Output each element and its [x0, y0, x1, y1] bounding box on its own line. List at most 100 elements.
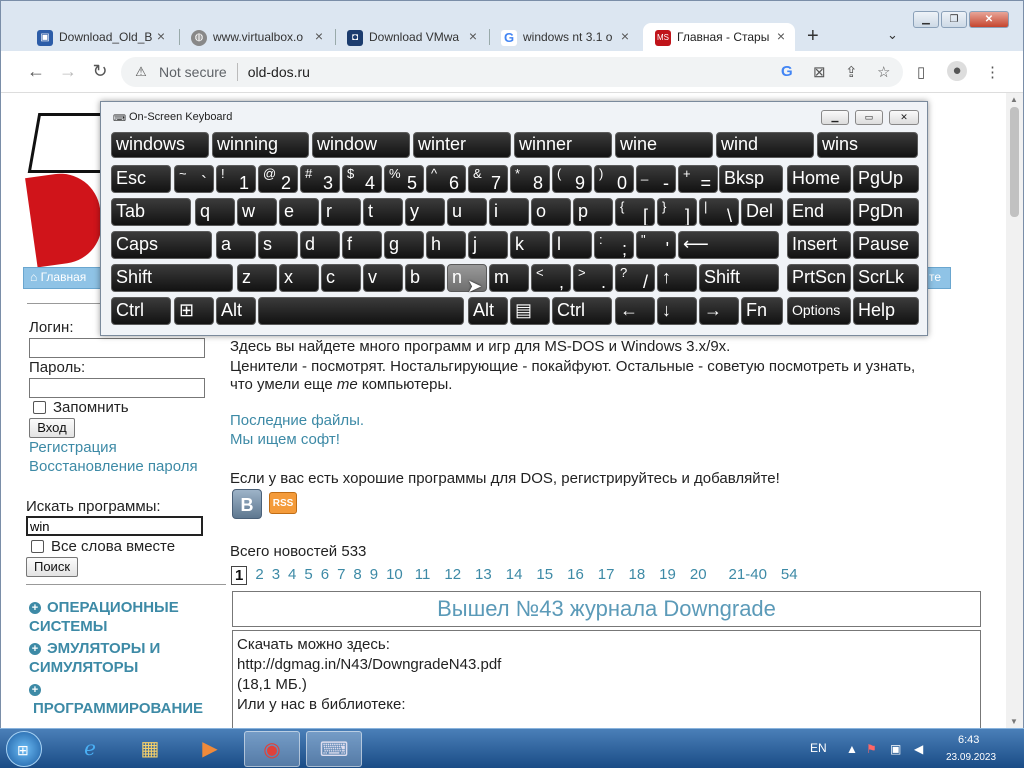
password-field[interactable] [29, 378, 205, 398]
restore-password-link[interactable]: Восстановление пароля [29, 458, 198, 475]
volume-icon[interactable]: ◀ [914, 742, 923, 756]
key-symbol-symbol[interactable]: }] [657, 198, 697, 226]
all-words-checkbox[interactable] [31, 540, 44, 553]
page-link[interactable]: 18 [628, 566, 645, 585]
key-symbol-symbol[interactable]: _ - [636, 165, 676, 193]
show-hidden-icons[interactable]: ▲ [846, 742, 858, 756]
key-a[interactable]: a [216, 231, 256, 259]
key-symbol[interactable]: ↓ [657, 297, 697, 325]
key-symbol-0[interactable]: ) 0 [594, 165, 634, 193]
close-tab-icon[interactable]: × [621, 28, 629, 44]
tab-download-old-b[interactable]: ▣ Download_Old_B × [25, 23, 175, 51]
forward-arrow-icon[interactable]: → [57, 61, 79, 82]
key-t[interactable]: t [363, 198, 403, 226]
suggestion-winning[interactable]: winning [212, 132, 309, 158]
page-link[interactable]: 20 [690, 566, 707, 585]
key-symbol-symbol[interactable]: | \ [699, 198, 739, 226]
key-q[interactable]: q [195, 198, 235, 226]
minimize-button[interactable]: ▁ [913, 11, 939, 28]
key-symbol-symbol[interactable]: + = [678, 165, 718, 193]
key-pause[interactable]: Pause [853, 231, 919, 259]
page-link[interactable]: 8 [353, 566, 361, 585]
osk-minimize-button[interactable]: ▁ [821, 110, 849, 125]
page-link[interactable]: 17 [598, 566, 615, 585]
page-link[interactable]: 15 [536, 566, 553, 585]
tab-virtualbox[interactable]: ◍ www.virtualbox.o × [179, 23, 333, 51]
page-link[interactable]: 9 [370, 566, 378, 585]
google-lens-icon[interactable]: G [781, 63, 793, 80]
key-alt[interactable]: Alt [468, 297, 508, 325]
key-home[interactable]: Home [787, 165, 851, 193]
login-field[interactable] [29, 338, 205, 358]
key-tab[interactable]: Tab [111, 198, 191, 226]
key-prtscn[interactable]: PrtScn [787, 264, 851, 292]
key-symbol-8[interactable]: * 8 [510, 165, 550, 193]
network-icon[interactable]: ▣ [890, 742, 901, 756]
key-ctrl[interactable]: Ctrl [552, 297, 612, 325]
side-panel-icon[interactable]: ▯ [917, 63, 925, 81]
key-y[interactable]: y [405, 198, 445, 226]
suggestion-wind[interactable]: wind [716, 132, 814, 158]
search-button[interactable]: Поиск [26, 557, 78, 577]
login-button[interactable]: Вход [29, 418, 75, 438]
warning-icon[interactable]: ⚠ [133, 64, 149, 80]
close-tab-icon[interactable]: × [157, 28, 165, 44]
rss-icon[interactable]: RSS [269, 492, 297, 514]
close-tab-icon[interactable]: × [469, 28, 477, 44]
suggestion-window[interactable]: window [312, 132, 410, 158]
key-e[interactable]: e [279, 198, 319, 226]
key-symbol-symbol[interactable]: " ' [636, 231, 676, 259]
page-link[interactable]: 7 [337, 566, 345, 585]
key-shift[interactable]: Shift [111, 264, 233, 292]
page-link[interactable]: 13 [475, 566, 492, 585]
page-link[interactable]: 6 [321, 566, 329, 585]
category-os[interactable]: + ОПЕРАЦИОННЫЕ СИСТЕМЫ [29, 598, 219, 636]
key-symbol-5[interactable]: % 5 [384, 165, 424, 193]
vk-icon[interactable]: B [232, 489, 262, 519]
page-link[interactable]: 2 [255, 566, 263, 585]
key-symbol[interactable]: ⟵ [678, 231, 779, 259]
tab-old-dos-active[interactable]: MS Главная - Стары × [643, 23, 795, 51]
suggestion-windows[interactable]: windows [111, 132, 209, 158]
tab-google-search[interactable]: G windows nt 3.1 o × [489, 23, 639, 51]
close-window-button[interactable]: ✕ [969, 11, 1009, 28]
key-w[interactable]: w [237, 198, 277, 226]
key-x[interactable]: x [279, 264, 319, 292]
key-l[interactable]: l [552, 231, 592, 259]
key-bksp[interactable]: Bksp [719, 165, 783, 193]
last-files-link[interactable]: Последние файлы. [230, 412, 364, 429]
translate-icon[interactable]: ⊠ [813, 63, 826, 81]
suggestion-winter[interactable]: winter [413, 132, 511, 158]
key-pgup[interactable]: PgUp [853, 165, 919, 193]
page-scrollbar[interactable]: ▲ ▼ [1006, 93, 1023, 728]
key-s[interactable]: s [258, 231, 298, 259]
news-link[interactable]: http://dgmag.in/N43/DowngradeN43.pdf [237, 655, 976, 675]
clock-time[interactable]: 6:43 [958, 734, 979, 746]
nav-home-link[interactable]: ⌂ Главная [30, 270, 86, 284]
bookmark-star-icon[interactable]: ☆ [877, 63, 890, 81]
key-esc[interactable]: Esc [111, 165, 171, 193]
page-link[interactable]: 3 [272, 566, 280, 585]
page-link[interactable]: 5 [304, 566, 312, 585]
key-symbol-6[interactable]: ^ 6 [426, 165, 466, 193]
key-symbol-symbol[interactable]: >. [573, 264, 613, 292]
maximize-button[interactable]: ❐ [941, 11, 967, 28]
scroll-up-icon[interactable]: ▲ [1010, 95, 1018, 104]
page-link[interactable]: 21-40 [729, 566, 767, 585]
key-f[interactable]: f [342, 231, 382, 259]
reload-icon[interactable]: ↻ [89, 61, 111, 82]
key-i[interactable]: i [489, 198, 529, 226]
key-caps[interactable]: Caps [111, 231, 212, 259]
page-link[interactable]: 10 [386, 566, 403, 585]
page-link-current[interactable]: 1 [231, 566, 248, 585]
back-arrow-icon[interactable]: ← [25, 61, 47, 82]
key-symbol[interactable]: ⊞ [174, 297, 214, 325]
key-scrlk[interactable]: ScrLk [853, 264, 919, 292]
key-symbol-1[interactable]: ! 1 [216, 165, 256, 193]
page-link[interactable]: 19 [659, 566, 676, 585]
new-tab-button[interactable]: + [807, 25, 819, 48]
suggestion-wins[interactable]: wins [817, 132, 918, 158]
key-g[interactable]: g [384, 231, 424, 259]
key-v[interactable]: v [363, 264, 403, 292]
search-input[interactable]: win [26, 516, 203, 536]
